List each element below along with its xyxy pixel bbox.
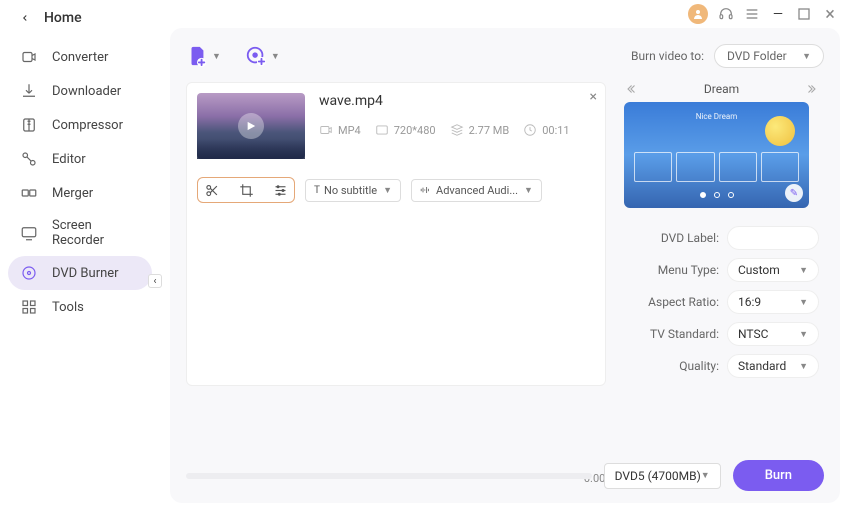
sidebar-item-tools[interactable]: Tools bbox=[0, 290, 160, 324]
sidebar-item-label: Merger bbox=[52, 186, 93, 201]
close-button[interactable]: × bbox=[822, 6, 838, 22]
footer: DVD5 (4700MB) ▼ Burn bbox=[186, 460, 824, 491]
minimize-button[interactable]: — bbox=[770, 6, 786, 22]
chevron-down-icon: ▼ bbox=[799, 329, 808, 340]
capacity-bar bbox=[186, 473, 592, 479]
aspect-ratio-label: Aspect Ratio: bbox=[648, 295, 719, 309]
preview-dots bbox=[624, 192, 809, 198]
file-format: MP4 bbox=[319, 123, 361, 137]
editor-icon bbox=[20, 150, 38, 168]
collapse-sidebar-button[interactable]: ‹ bbox=[148, 274, 162, 288]
chevron-down-icon: ▼ bbox=[799, 265, 808, 276]
sidebar-item-label: DVD Burner bbox=[52, 266, 119, 281]
file-card: × wave.mp4 MP4 720*480 2.77 MB 00:11 bbox=[186, 82, 606, 386]
disc-type-value: DVD5 (4700MB) bbox=[615, 469, 701, 483]
subtitle-select[interactable]: TNo subtitle ▼ bbox=[305, 179, 401, 202]
tv-standard-label: TV Standard: bbox=[650, 327, 719, 341]
tv-standard-select[interactable]: NTSC▼ bbox=[727, 322, 819, 346]
downloader-icon bbox=[20, 82, 38, 100]
file-duration: 00:11 bbox=[523, 123, 569, 137]
chevron-down-icon: ▼ bbox=[271, 51, 280, 62]
dvd-burner-icon bbox=[20, 264, 38, 282]
crop-button[interactable] bbox=[238, 182, 254, 198]
video-thumbnail[interactable] bbox=[197, 93, 305, 159]
sidebar-item-dvd-burner[interactable]: DVD Burner bbox=[8, 256, 152, 290]
burn-to-label: Burn video to: bbox=[631, 49, 704, 63]
edit-toolbar bbox=[197, 177, 295, 203]
quality-select[interactable]: Standard▼ bbox=[727, 354, 819, 378]
sidebar-item-label: Tools bbox=[52, 300, 84, 315]
sidebar-item-downloader[interactable]: Downloader bbox=[0, 74, 160, 108]
file-name: wave.mp4 bbox=[319, 93, 595, 109]
dvd-label-label: DVD Label: bbox=[661, 231, 719, 245]
add-file-button[interactable]: ▼ bbox=[186, 45, 221, 67]
burn-to-select[interactable]: DVD Folder ▼ bbox=[714, 44, 824, 68]
file-resolution: 720*480 bbox=[375, 123, 436, 137]
converter-icon bbox=[20, 48, 38, 66]
main-panel: ▼ ▼ Burn video to: DVD Folder ▼ × bbox=[170, 28, 840, 503]
compressor-icon bbox=[20, 116, 38, 134]
effects-button[interactable] bbox=[272, 182, 288, 198]
remove-file-button[interactable]: × bbox=[590, 89, 597, 105]
burn-to-value: DVD Folder bbox=[727, 49, 787, 63]
dvd-label-input[interactable] bbox=[727, 226, 819, 250]
file-size: 2.77 MB bbox=[450, 123, 510, 137]
moon-graphic bbox=[765, 116, 795, 146]
menu-type-select[interactable]: Custom▼ bbox=[727, 258, 819, 282]
sidebar-item-compressor[interactable]: Compressor bbox=[0, 108, 160, 142]
sidebar-item-merger[interactable]: Merger bbox=[0, 176, 160, 210]
chevron-down-icon: ▼ bbox=[701, 470, 710, 481]
sidebar: Home Converter Downloader Compressor Edi… bbox=[0, 0, 160, 527]
chevron-down-icon: ▼ bbox=[799, 297, 808, 308]
toolbar: ▼ ▼ Burn video to: DVD Folder ▼ bbox=[186, 44, 824, 68]
trim-button[interactable] bbox=[204, 182, 220, 198]
sidebar-item-label: Screen Recorder bbox=[52, 218, 140, 248]
quality-label: Quality: bbox=[679, 359, 719, 373]
preview-frames bbox=[634, 152, 799, 182]
theme-name: Dream bbox=[704, 82, 739, 96]
theme-preview[interactable]: Nice Dream ✎ bbox=[624, 102, 809, 208]
edit-theme-button[interactable]: ✎ bbox=[785, 184, 803, 202]
menu-icon[interactable] bbox=[744, 6, 760, 22]
play-icon bbox=[238, 113, 264, 139]
audio-value: Advanced Audi... bbox=[436, 184, 518, 197]
sidebar-item-label: Editor bbox=[52, 152, 86, 167]
screen-recorder-icon bbox=[20, 224, 38, 242]
theme-next-button[interactable] bbox=[805, 82, 819, 96]
sidebar-item-label: Downloader bbox=[52, 84, 121, 99]
aspect-ratio-select[interactable]: 16:9▼ bbox=[727, 290, 819, 314]
sidebar-item-label: Converter bbox=[52, 50, 108, 65]
chevron-down-icon: ▼ bbox=[802, 51, 811, 62]
avatar-icon[interactable] bbox=[688, 4, 708, 24]
chevron-down-icon: ▼ bbox=[212, 51, 221, 62]
sidebar-item-screen-recorder[interactable]: Screen Recorder bbox=[0, 210, 160, 256]
maximize-button[interactable] bbox=[796, 6, 812, 22]
home-label: Home bbox=[44, 10, 82, 26]
chevron-down-icon: ▼ bbox=[383, 185, 392, 196]
home-link[interactable]: Home bbox=[0, 0, 160, 40]
theme-preview-title: Nice Dream bbox=[696, 112, 738, 121]
tools-icon bbox=[20, 298, 38, 316]
sidebar-item-converter[interactable]: Converter bbox=[0, 40, 160, 74]
sidebar-item-label: Compressor bbox=[52, 118, 123, 133]
chevron-down-icon: ▼ bbox=[524, 185, 533, 196]
chevron-down-icon: ▼ bbox=[799, 361, 808, 372]
menu-type-label: Menu Type: bbox=[658, 263, 719, 277]
sidebar-item-editor[interactable]: Editor bbox=[0, 142, 160, 176]
right-panel: Dream Nice Dream ✎ DVD Label: bbox=[624, 82, 819, 386]
theme-prev-button[interactable] bbox=[624, 82, 638, 96]
burn-button[interactable]: Burn bbox=[733, 460, 824, 491]
disc-type-select[interactable]: DVD5 (4700MB) ▼ bbox=[604, 463, 721, 489]
subtitle-value: No subtitle bbox=[324, 184, 377, 197]
add-disc-button[interactable]: ▼ bbox=[245, 45, 280, 67]
merger-icon bbox=[20, 184, 38, 202]
audio-select[interactable]: Advanced Audi... ▼ bbox=[411, 179, 542, 202]
support-icon[interactable] bbox=[718, 6, 734, 22]
